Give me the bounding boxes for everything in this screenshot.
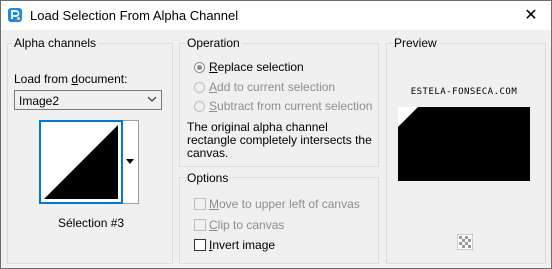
dropdown-arrow-icon — [126, 159, 134, 164]
title-bar[interactable]: Load Selection From Alpha Channel ✕ — [1, 1, 551, 30]
checkbox-move-to-upper-left-label: Move to upper left of canvas — [209, 197, 360, 211]
mnemonic: R — [209, 60, 218, 74]
checkbox-invert-image-control[interactable] — [194, 239, 206, 251]
load-label-prefix: Load from — [14, 72, 72, 86]
label-text: ubtract from current selection — [217, 99, 373, 113]
radio-replace-selection-label: Replace selection — [209, 60, 304, 74]
mnemonic: C — [209, 218, 218, 232]
chevron-down-icon — [147, 96, 157, 102]
radio-selected-dot — [197, 65, 202, 70]
radio-subtract-from-selection-label: Subtract from current selection — [209, 99, 372, 113]
preview-group-label: Preview — [392, 36, 439, 50]
watermark-text: ESTELA-FONSECA.COM — [410, 87, 518, 97]
operation-note-line-2: rectangle completely intersects the — [187, 133, 372, 147]
selection-name: Sélection #3 — [58, 216, 125, 230]
operation-note-line-3: canvas. — [187, 146, 229, 160]
label-text: dd to current selection — [217, 80, 336, 94]
mnemonic: S — [209, 99, 218, 113]
load-from-document-label: Load from document: — [14, 72, 127, 86]
load-label-suffix: ocument: — [78, 72, 128, 86]
checkbox-invert-image-label: Invert image — [209, 238, 275, 252]
operation-group-label: Operation — [185, 36, 242, 50]
alpha-channel-thumbnail-image — [44, 125, 118, 199]
thumbnail-dropdown-button[interactable] — [123, 120, 139, 204]
dialog-window: Load Selection From Alpha Channel ✕ Alph… — [0, 0, 552, 269]
close-button[interactable]: ✕ — [519, 4, 543, 26]
operation-note-line-1: The original alpha channel — [187, 120, 328, 134]
mnemonic: M — [209, 197, 219, 211]
preview-image — [398, 107, 530, 181]
document-select[interactable]: Image2 — [14, 90, 162, 110]
options-group-label: Options — [185, 171, 231, 185]
radio-replace-selection-control[interactable] — [194, 62, 205, 73]
alpha-channels-group-label: Alpha channels — [12, 36, 99, 50]
checkbox-move-to-upper-left-control[interactable] — [194, 198, 206, 210]
checkbox-clip-to-canvas-control[interactable] — [194, 219, 206, 231]
label-text: eplace selection — [217, 60, 304, 74]
label-text: ove to upper left of canvas — [219, 197, 360, 211]
radio-add-to-selection-control[interactable] — [194, 82, 205, 93]
label-text: nvert image — [212, 238, 276, 252]
label-text: lip to canvas — [217, 218, 285, 232]
window-title: Load Selection From Alpha Channel — [30, 8, 239, 23]
transparency-checker-icon[interactable] — [457, 234, 473, 250]
checkbox-clip-to-canvas-label: Clip to canvas — [209, 218, 284, 232]
radio-subtract-from-selection-control[interactable] — [194, 101, 205, 112]
alpha-channel-thumbnail[interactable] — [39, 120, 123, 204]
radio-add-to-selection-label: Add to current selection — [209, 80, 335, 94]
document-select-value: Image2 — [19, 94, 60, 108]
mnemonic: A — [209, 80, 218, 94]
paintshop-pro-icon — [8, 8, 22, 22]
close-icon: ✕ — [524, 7, 538, 24]
